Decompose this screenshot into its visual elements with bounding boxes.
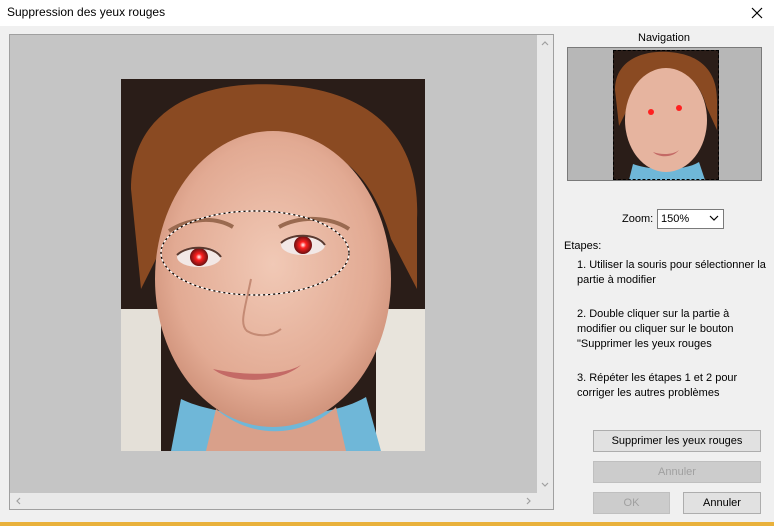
image-viewport[interactable]: [9, 34, 554, 510]
chevron-left-icon: [16, 497, 21, 505]
navigation-label: Navigation: [638, 32, 690, 44]
close-button[interactable]: [740, 0, 774, 26]
steps-title: Etapes:: [564, 240, 602, 252]
chevron-down-icon: [709, 215, 719, 221]
remove-red-eye-button[interactable]: Supprimer les yeux rouges: [593, 430, 761, 452]
navigation-preview[interactable]: [567, 47, 762, 181]
step-3-text: 3. Répéter les étapes 1 et 2 pour corrig…: [577, 372, 738, 399]
scroll-down-button[interactable]: [537, 477, 553, 493]
zoom-label: Zoom:: [622, 213, 654, 225]
step-1-text: 1. Utiliser la souris pour sélectionner …: [577, 259, 766, 286]
close-icon: [751, 7, 763, 19]
scroll-corner: [537, 493, 553, 509]
chevron-up-icon: [541, 41, 549, 46]
window-title: Suppression des yeux rouges: [7, 5, 166, 19]
cancel-button[interactable]: Annuler: [683, 492, 761, 514]
chevron-down-icon: [541, 482, 549, 487]
photo-preview[interactable]: [121, 79, 425, 451]
horizontal-scrollbar[interactable]: [10, 493, 537, 509]
step-2-text: 2. Double cliquer sur la partie à modifi…: [577, 308, 734, 350]
title-bar: Suppression des yeux rouges: [0, 0, 774, 26]
zoom-dropdown[interactable]: 150%: [657, 209, 724, 229]
chevron-right-icon: [526, 497, 531, 505]
navigation-view-rect[interactable]: [613, 50, 719, 180]
taskbar-accent-strip: [0, 522, 774, 526]
scroll-left-button[interactable]: [10, 493, 26, 509]
zoom-value: 150%: [661, 213, 690, 225]
ok-button[interactable]: OK: [593, 492, 670, 514]
scroll-up-button[interactable]: [537, 35, 553, 51]
vertical-scrollbar[interactable]: [537, 35, 553, 493]
undo-button[interactable]: Annuler: [593, 461, 761, 483]
scroll-right-button[interactable]: [521, 493, 537, 509]
